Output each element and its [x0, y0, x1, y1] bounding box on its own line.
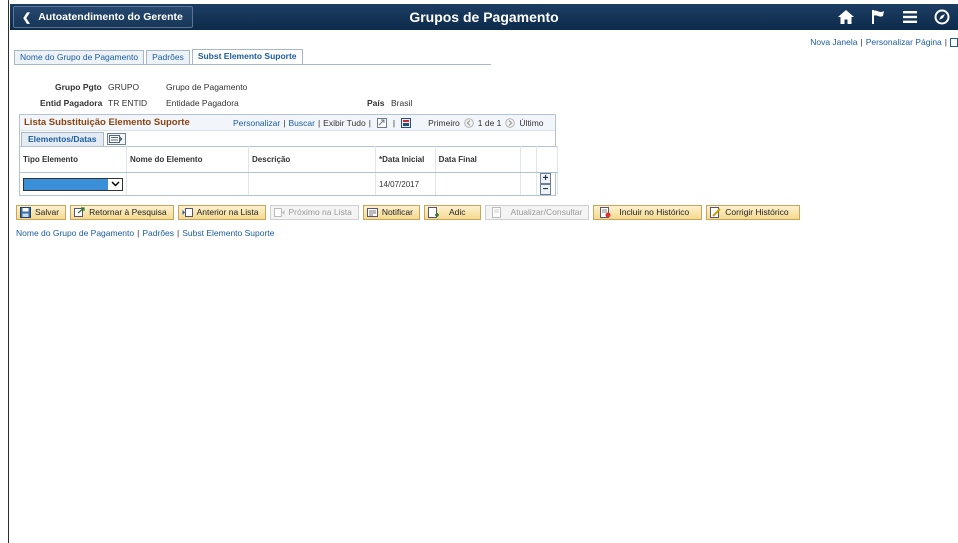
compass-icon[interactable]: [926, 4, 958, 30]
previous-in-list-label: Anterior na Lista: [196, 207, 259, 217]
cell-data-final: [435, 172, 522, 195]
correct-history-label: Corrigir Histórico: [725, 207, 789, 217]
pais-label: País: [367, 98, 385, 108]
tipo-elemento-select[interactable]: [23, 177, 123, 191]
grid-last-link[interactable]: Último: [519, 118, 543, 128]
save-icon: [20, 207, 31, 218]
cell-tipo-elemento: [20, 172, 127, 195]
bottom-link-subst[interactable]: Subst Elemento Suporte: [182, 228, 274, 238]
tab-nome-grupo-pagamento[interactable]: Nome do Grupo de Pagamento: [14, 50, 145, 65]
return-to-search-label: Retornar à Pesquisa: [89, 207, 167, 217]
save-button[interactable]: Salvar: [16, 205, 67, 220]
col-descricao[interactable]: Descrição: [248, 146, 376, 173]
page-tabs: Nome do Grupo de Pagamento Padrões Subst…: [14, 49, 305, 65]
include-history-label: Incluir no Histórico: [619, 207, 690, 217]
grid-navigation: Personalizar | Buscar | Exibir Tudo | | …: [233, 118, 544, 128]
correct-history-button[interactable]: Corrigir Histórico: [706, 205, 800, 220]
return-icon: [74, 207, 85, 217]
tabs-divider: [14, 64, 491, 65]
col-data-final[interactable]: Data Final: [435, 146, 522, 173]
entid-pagadora-field: Entid Pagadora: [40, 98, 102, 108]
row-actions: +−: [536, 172, 558, 195]
include-history-icon: [600, 207, 611, 218]
cell-nome-elemento: [126, 172, 250, 195]
grid-first-link[interactable]: Primeiro: [428, 118, 460, 128]
grid-header-row: Tipo Elemento Nome do Elemento Descrição…: [20, 146, 558, 173]
help-icon[interactable]: [950, 38, 958, 48]
add-button[interactable]: Adic: [424, 205, 481, 220]
add-label: Adic: [449, 207, 466, 217]
next-in-list-label: Próximo na Lista: [288, 207, 352, 217]
return-to-search-button[interactable]: Retornar à Pesquisa: [70, 205, 174, 220]
previous-in-list-button[interactable]: Anterior na Lista: [177, 205, 266, 220]
grid-tabs: Elementos/Datas: [21, 132, 126, 146]
home-icon[interactable]: [830, 4, 862, 30]
pais-value: Brasil: [391, 98, 413, 108]
grid-personalize-link[interactable]: Personalizar: [233, 118, 280, 128]
substitution-grid: Lista Substituição Elemento Suporte Pers…: [19, 114, 558, 196]
col-tipo-elemento[interactable]: Tipo Elemento: [20, 146, 127, 173]
page-banner: ❮ Autoatendimento do Gerente Grupos de P…: [10, 4, 958, 30]
flag-icon[interactable]: [862, 4, 894, 30]
table-row: 14/07/2017 +−: [20, 172, 558, 195]
update-icon: [491, 207, 501, 218]
delete-row-button[interactable]: −: [540, 184, 551, 195]
back-button-label: Autoatendimento do Gerente: [38, 11, 183, 23]
update-display-label: Atualizar/Consultar: [510, 207, 583, 217]
chevron-down-icon: [108, 178, 122, 190]
notify-button[interactable]: Notificar: [362, 205, 420, 220]
grid-title: Lista Substituição Elemento Suporte: [24, 117, 190, 128]
left-frame-border: [0, 0, 9, 543]
tab-subst-elemento-suporte[interactable]: Subst Elemento Suporte: [191, 49, 303, 65]
save-button-label: Salvar: [35, 207, 60, 217]
grid-find-link[interactable]: Buscar: [288, 118, 314, 128]
add-row-button[interactable]: +: [540, 173, 551, 184]
pais-field: País: [367, 98, 385, 108]
notify-label: Notificar: [381, 207, 413, 217]
update-display-button[interactable]: Atualizar/Consultar: [484, 205, 590, 220]
tab-padroes[interactable]: Padrões: [146, 50, 190, 65]
previous-icon: [182, 208, 193, 217]
zoom-icon[interactable]: [376, 118, 387, 128]
cell-data-inicial: 14/07/2017: [375, 172, 436, 195]
next-row-icon[interactable]: [505, 118, 516, 128]
download-icon[interactable]: [401, 118, 412, 128]
grupo-pgto-label: Grupo Pgto: [55, 82, 102, 92]
entid-pagadora-value: TR ENTID: [108, 98, 148, 108]
bottom-link-nome-grupo[interactable]: Nome do Grupo de Pagamento: [16, 228, 134, 238]
previous-row-icon[interactable]: [463, 118, 474, 128]
tab-elementos-datas[interactable]: Elementos/Datas: [21, 132, 104, 146]
banner-actions: [830, 4, 958, 30]
page-toolbar: Salvar Retornar à Pesquisa Anterior na L…: [16, 205, 804, 220]
notify-icon: [366, 208, 378, 217]
entid-pagadora-label: Entid Pagadora: [40, 98, 103, 108]
next-icon: [273, 208, 284, 217]
next-in-list-button[interactable]: Próximo na Lista: [269, 205, 359, 220]
grid-table: Tipo Elemento Nome do Elemento Descrição…: [20, 146, 558, 195]
grid-view-all-link[interactable]: Exibir Tudo: [323, 118, 366, 128]
new-window-link[interactable]: Nova Janela: [810, 37, 857, 47]
entid-pagadora-description: Entidade Pagadora: [166, 98, 239, 108]
bottom-page-links: Nome do Grupo de Pagamento | Padrões | Subst…: [16, 228, 275, 238]
grid-range: 1 de 1: [477, 118, 502, 128]
back-button[interactable]: ❮ Autoatendimento do Gerente: [13, 6, 193, 28]
grid-header: Lista Substituição Elemento Suporte Pers…: [20, 115, 555, 131]
grupo-pgto-description: Grupo de Pagamento: [166, 82, 248, 92]
chevron-left-icon: ❮: [22, 11, 32, 24]
personalize-page-link[interactable]: Personalizar Página: [866, 37, 942, 47]
show-all-columns-icon[interactable]: [106, 133, 126, 145]
col-nome-elemento[interactable]: Nome do Elemento: [126, 146, 250, 173]
page-top-links: Nova Janela | Personalizar Página |: [810, 37, 958, 48]
menu-icon[interactable]: [894, 4, 926, 30]
col-data-inicial[interactable]: *Data Inicial: [375, 146, 436, 173]
bottom-link-padroes[interactable]: Padrões: [142, 228, 174, 238]
grupo-pgto-field: Grupo Pgto: [55, 82, 102, 92]
add-icon: [428, 207, 439, 218]
include-history-button[interactable]: Incluir no Histórico: [593, 205, 703, 220]
cell-descricao: [248, 172, 376, 195]
correct-history-icon: [710, 207, 721, 218]
grupo-pgto-value: GRUPO: [108, 82, 140, 92]
